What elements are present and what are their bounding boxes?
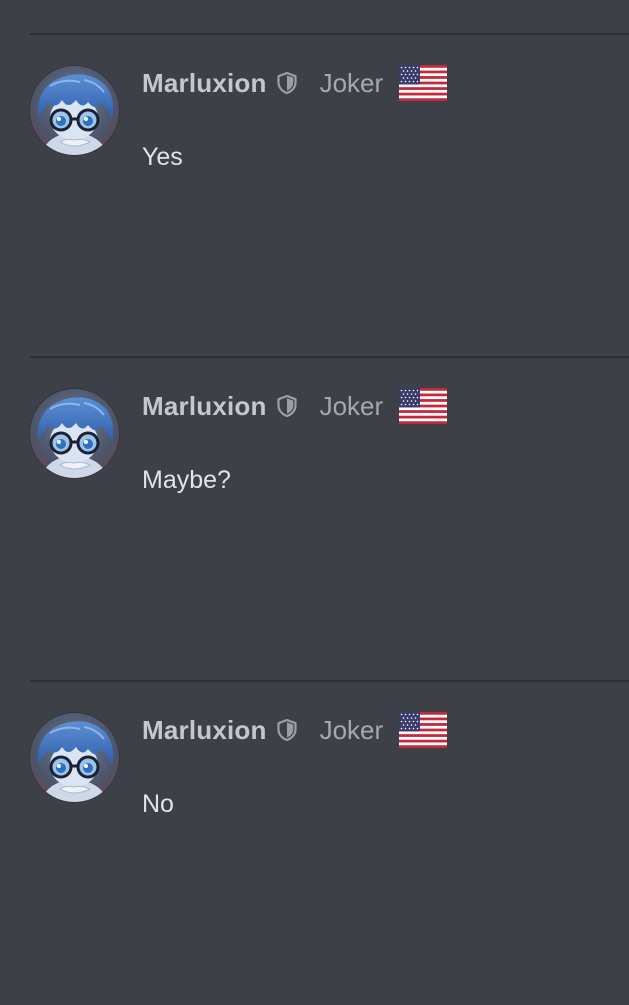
shield-icon bbox=[274, 70, 300, 96]
post-message: No bbox=[142, 790, 174, 818]
shield-icon bbox=[274, 393, 300, 419]
avatar[interactable] bbox=[30, 66, 119, 155]
post-header: Marluxion Joker bbox=[142, 65, 447, 101]
post: Marluxion Joker Maybe? bbox=[30, 356, 629, 681]
username[interactable]: Marluxion bbox=[142, 68, 267, 99]
username[interactable]: Marluxion bbox=[142, 715, 267, 746]
us-flag-icon bbox=[399, 65, 447, 101]
post-header: Marluxion Joker bbox=[142, 388, 447, 424]
avatar[interactable] bbox=[30, 389, 119, 478]
shield-icon bbox=[274, 717, 300, 743]
user-role: Joker bbox=[319, 67, 384, 98]
user-role: Joker bbox=[319, 714, 384, 745]
avatar[interactable] bbox=[30, 713, 119, 802]
post: Marluxion Joker No bbox=[30, 680, 629, 1005]
us-flag-icon bbox=[399, 712, 447, 748]
post-feed: Marluxion Joker Yes Marluxion Joker Mayb… bbox=[0, 0, 629, 935]
post-header: Marluxion Joker bbox=[142, 712, 447, 748]
user-role: Joker bbox=[319, 390, 384, 421]
post-message: Yes bbox=[142, 143, 183, 171]
post-message: Maybe? bbox=[142, 466, 231, 494]
post: Marluxion Joker Yes bbox=[30, 33, 629, 358]
username[interactable]: Marluxion bbox=[142, 391, 267, 422]
us-flag-icon bbox=[399, 388, 447, 424]
